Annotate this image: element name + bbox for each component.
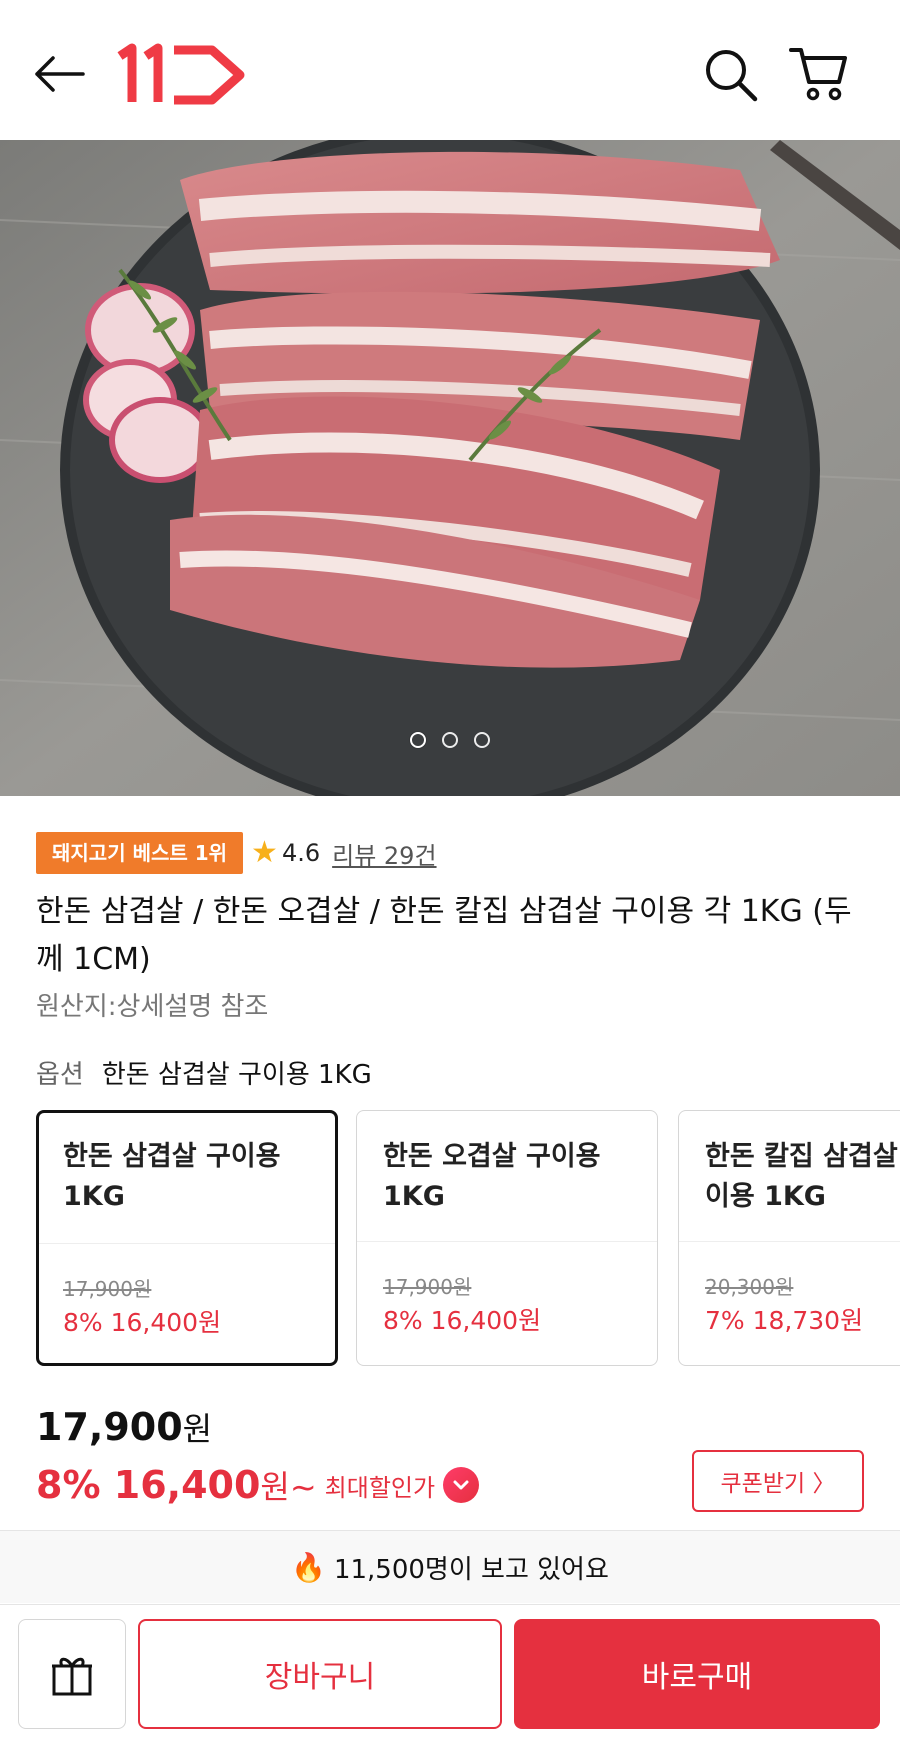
back-button[interactable]	[30, 48, 88, 100]
option-card-sale-price: 8% 16,400원	[383, 1306, 542, 1335]
product-title: 한돈 삼겹살 / 한돈 오겹살 / 한돈 칼집 삼겹살 구이용 각 1KG (두…	[36, 894, 852, 977]
carousel-indicator	[0, 732, 900, 748]
option-card-name: 한돈 삼겹살 구이용 1KG	[63, 1137, 317, 1217]
option-card[interactable]: 한돈 칼집 삼겹살 구 이용 1KG 20,300원 7% 18,730원	[678, 1110, 900, 1366]
carousel-dot-2[interactable]	[442, 732, 458, 748]
option-card-name-line2: 이용 1KG	[705, 1181, 826, 1212]
max-discount-label[interactable]: 최대할인가	[325, 1468, 435, 1503]
option-card-divider	[357, 1241, 657, 1242]
option-card-name: 한돈 칼집 삼겹살 구 이용 1KG	[705, 1137, 900, 1217]
option-card-sale-price: 8% 16,400원	[63, 1308, 222, 1337]
logo-icon	[117, 43, 245, 105]
original-price: 17,900원	[36, 1404, 212, 1450]
rating-score: 4.6	[281, 839, 321, 867]
discount-percent: 8%	[36, 1463, 101, 1507]
add-to-cart-button[interactable]: 장바구니	[138, 1619, 502, 1729]
option-card-name-line2: 1KG	[63, 1181, 125, 1212]
get-coupon-button[interactable]: 쿠폰받기 〉	[692, 1450, 864, 1512]
sale-price: 8% 16,400원~	[36, 1462, 317, 1508]
selected-option-row: 옵션 한돈 삼겹살 구이용 1KG	[36, 1054, 372, 1091]
live-viewers-bar: 🔥 11,500명이 보고 있어요	[0, 1531, 900, 1603]
gift-icon	[52, 1657, 92, 1696]
option-label: 옵션	[36, 1060, 84, 1090]
carousel-dot-3[interactable]	[474, 732, 490, 748]
review-count-link[interactable]: 리뷰 29건	[332, 836, 436, 871]
buy-now-button[interactable]: 바로구매	[514, 1619, 880, 1729]
option-card-original-price: 20,300원	[705, 1275, 794, 1299]
bottom-action-bar: 장바구니 바로구매	[0, 1604, 900, 1748]
chevron-down-icon	[453, 1480, 469, 1490]
cart-icon	[789, 48, 847, 101]
option-card-divider	[39, 1243, 335, 1244]
original-price-unit: 원	[182, 1410, 213, 1448]
product-image-carousel[interactable]	[0, 140, 900, 796]
carousel-dot-1[interactable]	[410, 732, 426, 748]
star-icon: ★	[251, 835, 278, 870]
sale-price-amount: 16,400	[113, 1463, 261, 1507]
gift-button[interactable]	[18, 1619, 126, 1729]
option-card-name-line1: 한돈 오겹살 구이용	[383, 1141, 601, 1172]
option-card-original-price: 17,900원	[383, 1275, 472, 1299]
product-origin: 원산지:상세설명 참조	[36, 992, 269, 1022]
sale-price-unit: 원~	[260, 1468, 317, 1506]
option-card-sale-price: 7% 18,730원	[705, 1306, 864, 1335]
option-card[interactable]: 한돈 삼겹살 구이용 1KG 17,900원 8% 16,400원	[36, 1110, 338, 1366]
option-selected-value: 한돈 삼겹살 구이용 1KG	[101, 1060, 372, 1090]
chevron-down-circle-icon[interactable]	[443, 1467, 480, 1503]
live-viewers-text: 11,500명이 보고 있어요	[333, 1554, 609, 1585]
best-ranking-badge: 돼지고기 베스트 1위	[36, 832, 244, 874]
11st-logo[interactable]	[116, 42, 248, 106]
sale-price-row: 8% 16,400원~ 최대할인가	[36, 1462, 480, 1508]
option-card[interactable]: 한돈 오겹살 구이용 1KG 17,900원 8% 16,400원	[356, 1110, 658, 1366]
search-button[interactable]	[700, 44, 762, 106]
option-card-original-price: 17,900원	[63, 1277, 152, 1301]
option-card-name-line1: 한돈 칼집 삼겹살 구	[705, 1141, 900, 1172]
back-arrow-icon	[35, 56, 85, 92]
fire-icon: 🔥	[291, 1550, 326, 1584]
original-price-amount: 17,900	[36, 1405, 183, 1449]
option-card-list[interactable]: 한돈 삼겹살 구이용 1KG 17,900원 8% 16,400원 한돈 오겹살…	[36, 1110, 900, 1366]
option-card-name-line2: 1KG	[383, 1181, 445, 1212]
product-photo	[0, 140, 900, 796]
option-card-divider	[679, 1241, 900, 1242]
search-icon	[706, 50, 758, 102]
cart-button[interactable]	[786, 42, 852, 106]
option-card-name-line1: 한돈 삼겹살 구이용	[63, 1141, 281, 1172]
option-card-name: 한돈 오겹살 구이용 1KG	[383, 1137, 639, 1217]
product-badges: 돼지고기 베스트 1위 ★ 4.6 리뷰 29건	[36, 832, 437, 874]
top-header	[0, 0, 900, 140]
